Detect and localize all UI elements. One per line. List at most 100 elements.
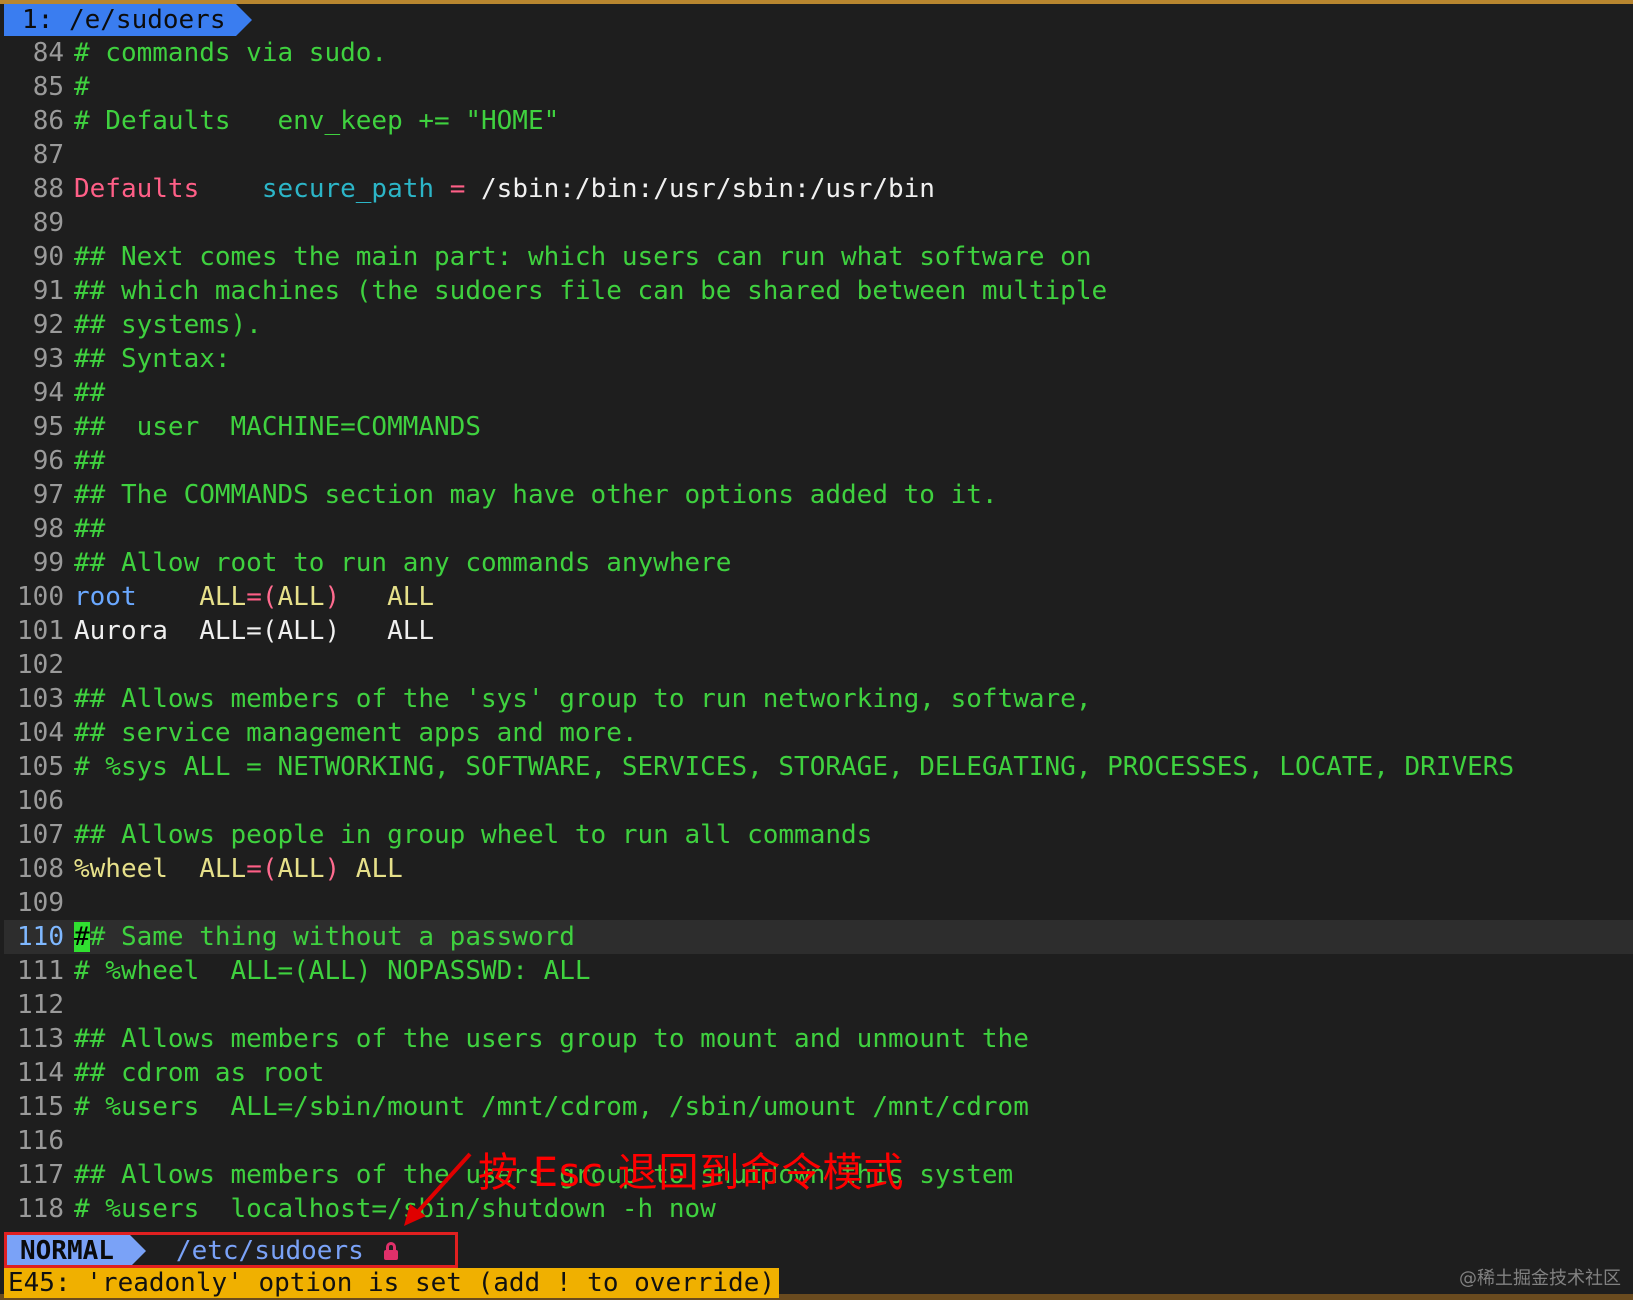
code-token: ) xyxy=(324,582,341,612)
line-number: 113 xyxy=(17,1024,64,1054)
line-text: # commands via sudo. xyxy=(74,36,387,70)
arrow-icon xyxy=(404,1152,472,1226)
line-text: ## Allows members of the users group to … xyxy=(74,1022,1029,1056)
code-token: ## xyxy=(74,378,106,408)
line-number: 86 xyxy=(32,106,64,136)
code-token: ## cdrom as root xyxy=(74,1058,325,1088)
line-number: 109 xyxy=(17,888,64,918)
line-number: 93 xyxy=(32,344,64,374)
code-line[interactable]: 110 ## Same thing without a password xyxy=(4,920,1633,954)
code-token: ( xyxy=(261,854,278,884)
line-text: # Defaults env_keep += "HOME" xyxy=(74,104,559,138)
line-text: %wheel ALL=(ALL) ALL xyxy=(74,852,403,886)
code-token: %wheel xyxy=(74,854,168,884)
code-line[interactable]: 106 xyxy=(4,784,1633,818)
code-line[interactable]: 108 %wheel ALL=(ALL) ALL xyxy=(4,852,1633,886)
code-token: # commands via sudo. xyxy=(74,38,388,68)
code-line[interactable]: 86 # Defaults env_keep += "HOME" xyxy=(4,104,1633,138)
line-number: 102 xyxy=(17,650,64,680)
line-number: 99 xyxy=(32,548,64,578)
code-token: # %users ALL=/sbin/mount /mnt/cdrom, /sb… xyxy=(74,1092,1029,1122)
code-token: Aurora ALL=(ALL) ALL xyxy=(74,616,435,646)
code-line[interactable]: 105 # %sys ALL = NETWORKING, SOFTWARE, SE… xyxy=(4,750,1633,784)
code-line[interactable]: 88 Defaults secure_path = /sbin:/bin:/usr… xyxy=(4,172,1633,206)
line-number: 115 xyxy=(17,1092,64,1122)
line-text: ## service management apps and more. xyxy=(74,716,638,750)
line-number: 105 xyxy=(17,752,64,782)
line-number: 108 xyxy=(17,854,64,884)
code-token: Defaults xyxy=(74,174,200,204)
line-number: 95 xyxy=(32,412,64,442)
line-text: ## Allows members of the 'sys' group to … xyxy=(74,682,1091,716)
annotation-text: 按 Esc 退回到命令模式 xyxy=(478,1150,905,1196)
code-token: ## user MACHINE=COMMANDS xyxy=(74,412,481,442)
line-number: 101 xyxy=(17,616,64,646)
code-line[interactable]: 109 xyxy=(4,886,1633,920)
line-number: 107 xyxy=(17,820,64,850)
code-token: # %sys ALL = NETWORKING, SOFTWARE, SERVI… xyxy=(74,752,1515,782)
line-number: 118 xyxy=(17,1194,64,1224)
line-number: 103 xyxy=(17,684,64,714)
code-token: # %wheel ALL=(ALL) NOPASSWD: ALL xyxy=(74,956,591,986)
line-number: 89 xyxy=(32,208,64,238)
code-token: = xyxy=(449,174,466,204)
code-line[interactable]: 104 ## service management apps and more. xyxy=(4,716,1633,750)
line-number: 117 xyxy=(17,1160,64,1190)
mode-separator-arrow xyxy=(129,1235,146,1267)
line-number: 94 xyxy=(32,378,64,408)
code-line[interactable]: 89 xyxy=(4,206,1633,240)
code-line[interactable]: 101 Aurora ALL=(ALL) ALL xyxy=(4,614,1633,648)
code-token: ## Allows members of the users group to … xyxy=(74,1024,1029,1054)
line-number: 88 xyxy=(32,174,64,204)
code-line[interactable]: 107 ## Allows people in group wheel to ru… xyxy=(4,818,1633,852)
code-line[interactable]: 113 ## Allows members of the users group … xyxy=(4,1022,1633,1056)
code-token: ## Next comes the main part: which users… xyxy=(74,242,1092,272)
code-line[interactable]: 93 ## Syntax: xyxy=(4,342,1633,376)
code-line[interactable]: 90 ## Next comes the main part: which use… xyxy=(4,240,1633,274)
line-number: 90 xyxy=(32,242,64,272)
line-text: # %wheel ALL=(ALL) NOPASSWD: ALL xyxy=(74,954,591,988)
line-text: ## Next comes the main part: which users… xyxy=(74,240,1091,274)
line-number: 112 xyxy=(17,990,64,1020)
line-text: ## xyxy=(74,444,105,478)
line-text: # %users ALL=/sbin/mount /mnt/cdrom, /sb… xyxy=(74,1090,1029,1124)
tab-separator-arrow xyxy=(235,4,252,36)
code-line[interactable]: 102 xyxy=(4,648,1633,682)
code-line[interactable]: 100 root ALL=(ALL) ALL xyxy=(4,580,1633,614)
code-token: # Defaults env_keep += "HOME" xyxy=(74,106,560,136)
code-token: ALL xyxy=(199,854,247,884)
code-line[interactable]: 114 ## cdrom as root xyxy=(4,1056,1633,1090)
code-line[interactable]: 99 ## Allow root to run any commands anyw… xyxy=(4,546,1633,580)
error-message: E45: 'readonly' option is set (add ! to … xyxy=(4,1268,780,1298)
line-number: 114 xyxy=(17,1058,64,1088)
line-number: 116 xyxy=(17,1126,64,1156)
line-number: 96 xyxy=(32,446,64,476)
line-text: # xyxy=(74,70,90,104)
code-line[interactable]: 96 ## xyxy=(4,444,1633,478)
line-number: 106 xyxy=(17,786,64,816)
code-line[interactable]: 94 ## xyxy=(4,376,1633,410)
code-line[interactable]: 112 xyxy=(4,988,1633,1022)
code-token: = xyxy=(246,854,262,884)
code-line[interactable]: 84 # commands via sudo. xyxy=(4,36,1633,70)
code-token: = xyxy=(246,582,262,612)
code-line[interactable]: 103 ## Allows members of the 'sys' group … xyxy=(4,682,1633,716)
code-line[interactable]: 91 ## which machines (the sudoers file ca… xyxy=(4,274,1633,308)
editor-buffer[interactable]: 84 # commands via sudo. 85 #86 # Defaults en… xyxy=(4,36,1633,1226)
code-line[interactable]: 97 ## The COMMANDS section may have other… xyxy=(4,478,1633,512)
code-line[interactable]: 95 ## user MACHINE=COMMANDS xyxy=(4,410,1633,444)
code-line[interactable]: 85 # xyxy=(4,70,1633,104)
code-token: ## Allows people in group wheel to run a… xyxy=(74,820,873,850)
buffer-tab[interactable]: 1: /e/sudoers xyxy=(4,4,236,36)
line-number: 91 xyxy=(32,276,64,306)
lock-icon xyxy=(383,1242,398,1260)
code-line[interactable]: 87 xyxy=(4,138,1633,172)
code-line[interactable]: 115 # %users ALL=/sbin/mount /mnt/cdrom, … xyxy=(4,1090,1633,1124)
code-token: ALL xyxy=(277,854,325,884)
watermark: @稀土掘金技术社区 xyxy=(1459,1268,1621,1289)
code-line[interactable]: 111 # %wheel ALL=(ALL) NOPASSWD: ALL xyxy=(4,954,1633,988)
code-line[interactable]: 92 ## systems). xyxy=(4,308,1633,342)
code-token: # %users localhost=/sbin/shutdown -h now xyxy=(74,1194,716,1224)
code-line[interactable]: 98 ## xyxy=(4,512,1633,546)
